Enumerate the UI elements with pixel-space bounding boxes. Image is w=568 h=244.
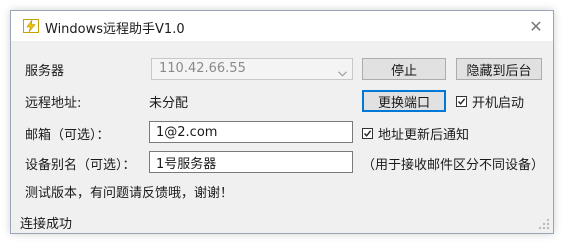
- checkmark-icon[interactable]: [456, 96, 467, 107]
- alias-input[interactable]: [149, 151, 353, 173]
- change-port-button[interactable]: 更换端口: [362, 90, 446, 112]
- title-bar[interactable]: Windows远程助手V1.0 ✕: [11, 11, 553, 41]
- main-window: Windows远程助手V1.0 ✕ 服务器 110.42.66.55 停止 隐藏…: [10, 10, 554, 234]
- hide-to-background-button[interactable]: 隐藏到后台: [456, 58, 542, 80]
- resize-grip-icon[interactable]: [538, 218, 550, 230]
- stop-button[interactable]: 停止: [362, 58, 446, 80]
- close-button[interactable]: ✕: [519, 11, 553, 41]
- autostart-label: 开机启动: [472, 96, 525, 111]
- server-value: 110.42.66.55: [159, 61, 246, 76]
- status-text: 连接成功: [20, 217, 73, 232]
- server-combobox[interactable]: 110.42.66.55: [151, 58, 353, 80]
- remote-address-label: 远程地址:: [25, 96, 82, 111]
- email-label: 邮箱（可选）：: [25, 128, 110, 143]
- window-title: Windows远程助手V1.0: [45, 22, 185, 37]
- email-input[interactable]: [149, 121, 353, 143]
- app-lightning-icon: [23, 18, 39, 33]
- notify-checkbox[interactable]: 地址更新后通知: [362, 124, 469, 143]
- status-bar: 连接成功: [11, 211, 553, 233]
- notice-text: 测试版本，有问题请反馈哦，谢谢！: [25, 186, 234, 201]
- server-label: 服务器: [25, 64, 65, 79]
- chevron-down-icon[interactable]: [338, 66, 347, 77]
- notify-label: 地址更新后通知: [378, 128, 470, 143]
- autostart-checkbox[interactable]: 开机启动: [456, 92, 524, 111]
- remote-address-value: 未分配: [149, 96, 189, 111]
- alias-hint: （用于接收邮件区分不同设备）: [362, 158, 545, 173]
- alias-label: 设备别名（可选）：: [25, 158, 136, 173]
- close-icon: ✕: [529, 16, 543, 36]
- checkmark-icon[interactable]: [362, 128, 373, 139]
